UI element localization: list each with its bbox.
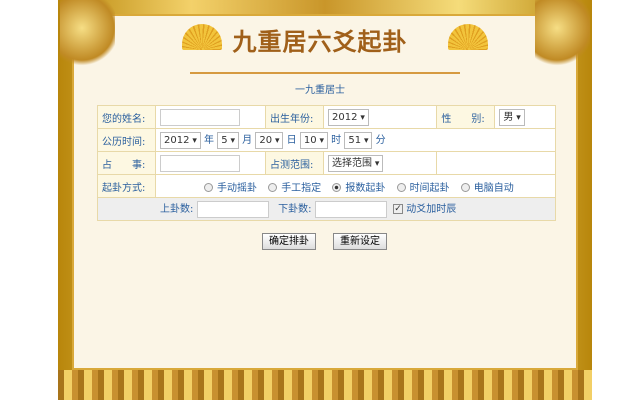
lower-number-input[interactable] xyxy=(314,200,387,218)
moving-line-checkbox[interactable]: ✓ xyxy=(393,204,404,215)
upper-number-label: 上卦数: xyxy=(160,204,194,216)
range-select[interactable]: 选择范围 xyxy=(328,154,384,172)
method-radio-time[interactable] xyxy=(396,183,406,192)
day-select[interactable]: 20 xyxy=(255,131,284,149)
day-unit: 日 xyxy=(286,135,297,147)
minute-select[interactable]: 51 xyxy=(344,131,373,149)
range-label: 占测范围: xyxy=(265,151,324,175)
name-label: 您的姓名: xyxy=(97,105,156,129)
divider-ornament xyxy=(190,68,460,74)
method-radio-manual-shake[interactable] xyxy=(204,183,213,192)
method-label: 起卦方式: xyxy=(97,174,156,198)
frame-bottom-border xyxy=(58,370,592,400)
method-label-2: 报数起卦 xyxy=(345,182,386,194)
gender-select[interactable]: 男 xyxy=(499,108,525,126)
minute-unit: 分 xyxy=(375,135,386,147)
page-title: 九重居六爻起卦 xyxy=(232,28,408,56)
name-input[interactable] xyxy=(160,108,240,126)
method-label-4: 电脑自动 xyxy=(473,182,514,194)
method-label-1: 手工指定 xyxy=(281,182,322,194)
submit-button[interactable]: 确定排卦 xyxy=(262,233,316,250)
month-unit: 月 xyxy=(242,135,253,147)
lower-number-label: 下卦数: xyxy=(278,204,312,216)
method-label-0: 手动摇卦 xyxy=(217,182,257,194)
hour-select[interactable]: 10 xyxy=(299,131,328,149)
divination-form: 您的姓名: 出生年份: 2012 性 别: 男 公历时间: 2012 年 5 月… xyxy=(97,105,556,221)
subtitle: 一九重居士 xyxy=(295,85,345,96)
time-label: 公历时间: xyxy=(97,128,156,152)
moving-line-label: 动爻加时辰 xyxy=(406,204,457,216)
birth-year-label: 出生年份: xyxy=(265,105,324,129)
matter-label: 占 事: xyxy=(97,151,156,175)
matter-input[interactable] xyxy=(160,154,240,172)
method-radio-number[interactable] xyxy=(332,183,342,192)
gender-label: 性 别: xyxy=(436,105,496,129)
method-radio-manual-assign[interactable] xyxy=(268,183,278,192)
year-unit: 年 xyxy=(204,135,215,147)
month-select[interactable]: 5 xyxy=(217,131,239,149)
year-select[interactable]: 2012 xyxy=(160,131,201,149)
method-label-3: 时间起卦 xyxy=(409,182,450,194)
hour-unit: 时 xyxy=(331,135,342,147)
upper-number-input[interactable] xyxy=(196,200,269,218)
method-radio-auto[interactable] xyxy=(460,183,470,192)
birth-year-select[interactable]: 2012 xyxy=(328,108,369,126)
reset-button[interactable]: 重新设定 xyxy=(333,233,387,250)
